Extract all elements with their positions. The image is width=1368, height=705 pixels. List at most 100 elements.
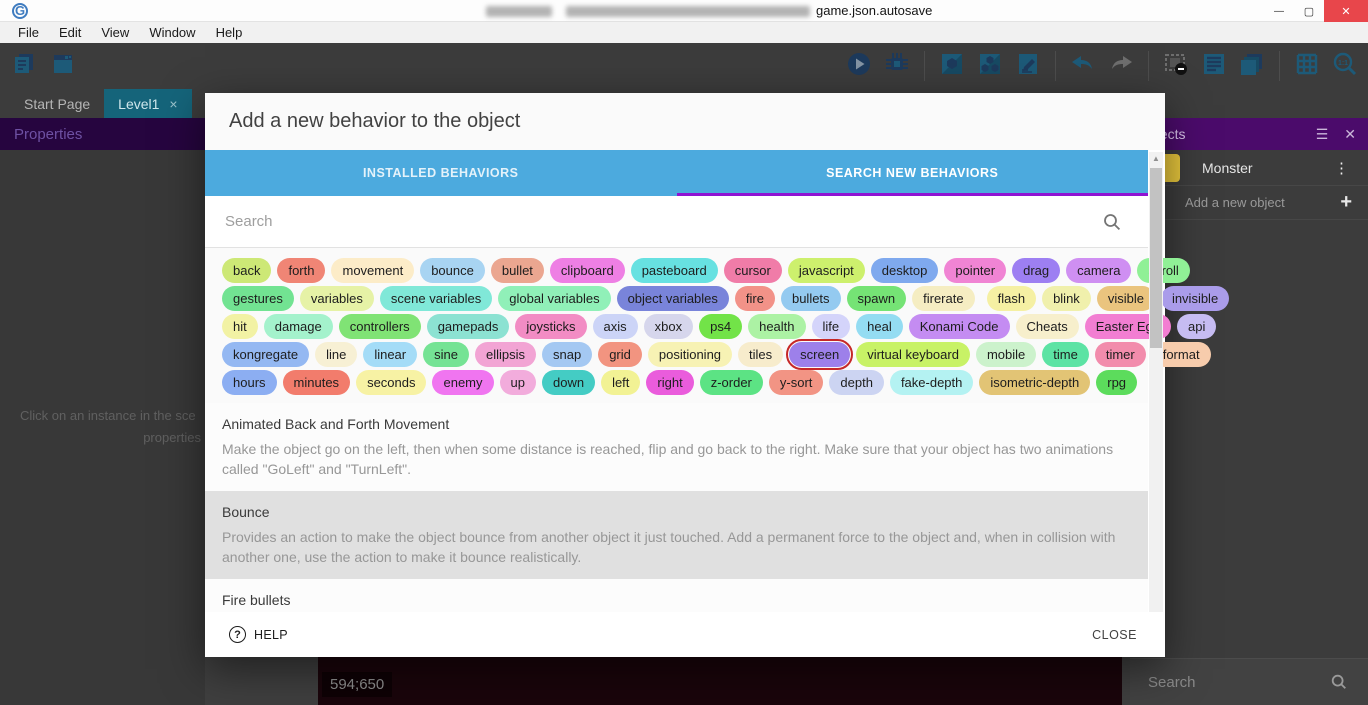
tag-chip-z-order[interactable]: z-order	[700, 370, 763, 395]
help-button[interactable]: ? HELP	[229, 626, 288, 643]
tag-chip-fake-depth[interactable]: fake-depth	[890, 370, 973, 395]
objects-search[interactable]: Search	[1130, 658, 1368, 705]
scrollbar-up-icon[interactable]: ▲	[1149, 154, 1163, 163]
tag-chip-line[interactable]: line	[315, 342, 357, 367]
tag-chip-up[interactable]: up	[500, 370, 536, 395]
tag-chip-visible[interactable]: visible	[1097, 286, 1155, 311]
more-vertical-icon[interactable]: ⋮	[1334, 159, 1350, 177]
debug-button[interactable]	[882, 51, 912, 81]
maximize-button[interactable]: ▢	[1294, 0, 1324, 22]
tag-chip-positioning[interactable]: positioning	[648, 342, 732, 367]
scrollbar-thumb[interactable]	[1150, 168, 1162, 348]
scene-properties-button[interactable]	[1013, 51, 1043, 81]
grid-toggle-button[interactable]	[1292, 51, 1322, 81]
behavior-item[interactable]: Fire bulletsAllow the object to fire bul…	[205, 579, 1148, 612]
tag-chip-variables[interactable]: variables	[300, 286, 374, 311]
tab-close-icon[interactable]: ×	[169, 96, 177, 112]
filter-icon[interactable]: ☰	[1316, 126, 1329, 143]
start-page-button[interactable]	[10, 51, 40, 81]
tag-chip-back[interactable]: back	[222, 258, 271, 283]
tag-chip-fire[interactable]: fire	[735, 286, 775, 311]
tag-chip-ps4[interactable]: ps4	[699, 314, 742, 339]
tag-chip-mobile[interactable]: mobile	[976, 342, 1036, 367]
tag-chip-kongregate[interactable]: kongregate	[222, 342, 309, 367]
tag-chip-spawn[interactable]: spawn	[847, 286, 907, 311]
minimize-button[interactable]: —	[1264, 0, 1294, 22]
tag-chip-damage[interactable]: damage	[264, 314, 333, 339]
tag-chip-gestures[interactable]: gestures	[222, 286, 294, 311]
tag-chip-api[interactable]: api	[1177, 314, 1216, 339]
tag-chip-life[interactable]: life	[812, 314, 851, 339]
tag-chip-rpg[interactable]: rpg	[1096, 370, 1137, 395]
tag-chip-right[interactable]: right	[646, 370, 693, 395]
tag-chip-cursor[interactable]: cursor	[724, 258, 782, 283]
tag-chip-drag[interactable]: drag	[1012, 258, 1060, 283]
tag-chip-gamepads[interactable]: gamepads	[427, 314, 510, 339]
layers-editor-button[interactable]	[1237, 51, 1267, 81]
tag-chip-virtual-keyboard[interactable]: virtual keyboard	[856, 342, 970, 367]
tag-chip-minutes[interactable]: minutes	[283, 370, 351, 395]
tag-chip-heal[interactable]: heal	[856, 314, 903, 339]
close-panel-icon[interactable]: ✕	[1344, 126, 1356, 143]
behavior-item[interactable]: Animated Back and Forth MovementMake the…	[205, 403, 1148, 491]
menu-file[interactable]: File	[8, 23, 49, 42]
tag-chip-left[interactable]: left	[601, 370, 640, 395]
tag-chip-seconds[interactable]: seconds	[356, 370, 426, 395]
tab-level1[interactable]: Level1×	[104, 89, 191, 118]
tag-chip-bullets[interactable]: bullets	[781, 286, 841, 311]
project-manager-button[interactable]	[48, 51, 78, 81]
behavior-item[interactable]: BounceProvides an action to make the obj…	[205, 491, 1148, 579]
menu-view[interactable]: View	[91, 23, 139, 42]
tag-chip-axis[interactable]: axis	[593, 314, 638, 339]
tag-chip-movement[interactable]: movement	[331, 258, 414, 283]
dialog-scrollbar[interactable]: ▲ ▼	[1149, 152, 1163, 612]
menu-help[interactable]: Help	[206, 23, 253, 42]
dialog-tab-installed-behaviors[interactable]: INSTALLED BEHAVIORS	[205, 150, 677, 196]
instances-list-button[interactable]	[1199, 51, 1229, 81]
tag-chip-flash[interactable]: flash	[987, 286, 1036, 311]
tag-chip-isometric-depth[interactable]: isometric-depth	[979, 370, 1090, 395]
tag-chip-down[interactable]: down	[542, 370, 595, 395]
tag-chip-scene-variables[interactable]: scene variables	[380, 286, 492, 311]
redo-button[interactable]	[1106, 51, 1136, 81]
close-window-button[interactable]: ✕	[1324, 0, 1368, 22]
scene-canvas[interactable]: 594;650	[318, 657, 1122, 705]
dialog-tab-search-new-behaviors[interactable]: SEARCH NEW BEHAVIORS	[677, 150, 1149, 196]
behavior-search-input[interactable]	[223, 212, 1102, 231]
tag-chip-camera[interactable]: camera	[1066, 258, 1131, 283]
tag-chip-depth[interactable]: depth	[829, 370, 884, 395]
tag-chip-cheats[interactable]: Cheats	[1016, 314, 1079, 339]
tag-chip-y-sort[interactable]: y-sort	[769, 370, 824, 395]
tag-chip-pasteboard[interactable]: pasteboard	[631, 258, 718, 283]
add-object-row[interactable]: Add a new object +	[1130, 186, 1368, 220]
tag-chip-linear[interactable]: linear	[363, 342, 417, 367]
tag-chip-firerate[interactable]: firerate	[912, 286, 974, 311]
tag-chip-health[interactable]: health	[748, 314, 805, 339]
tag-chip-controllers[interactable]: controllers	[339, 314, 421, 339]
tag-chip-global-variables[interactable]: global variables	[498, 286, 610, 311]
tag-chip-konami-code[interactable]: Konami Code	[909, 314, 1010, 339]
tag-chip-scroll[interactable]: scroll	[1137, 258, 1189, 283]
tag-chip-sine[interactable]: sine	[423, 342, 469, 367]
menu-window[interactable]: Window	[139, 23, 205, 42]
tag-chip-snap[interactable]: snap	[542, 342, 592, 367]
menu-edit[interactable]: Edit	[49, 23, 91, 42]
tag-chip-bounce[interactable]: bounce	[420, 258, 485, 283]
tag-chip-hit[interactable]: hit	[222, 314, 258, 339]
tag-chip-hours[interactable]: hours	[222, 370, 277, 395]
tag-chip-timer[interactable]: timer	[1095, 342, 1146, 367]
scene-editor-canvas[interactable]: 594;650	[205, 657, 1130, 705]
tag-chip-object-variables[interactable]: object variables	[617, 286, 729, 311]
mask-toggle-button[interactable]	[1161, 51, 1191, 81]
tag-chip-desktop[interactable]: desktop	[871, 258, 939, 283]
object-groups-editor-button[interactable]	[975, 51, 1005, 81]
object-row[interactable]: Monster⋮	[1130, 150, 1368, 186]
tag-chip-invisible[interactable]: invisible	[1161, 286, 1229, 311]
tag-chip-joysticks[interactable]: joysticks	[515, 314, 586, 339]
tag-chip-ellipsis[interactable]: ellipsis	[475, 342, 536, 367]
zoom-one-to-one-button[interactable]: 1:1	[1330, 51, 1360, 81]
tag-chip-tiles[interactable]: tiles	[738, 342, 783, 367]
undo-button[interactable]	[1068, 51, 1098, 81]
tag-chip-time[interactable]: time	[1042, 342, 1089, 367]
tag-chip-enemy[interactable]: enemy	[432, 370, 493, 395]
